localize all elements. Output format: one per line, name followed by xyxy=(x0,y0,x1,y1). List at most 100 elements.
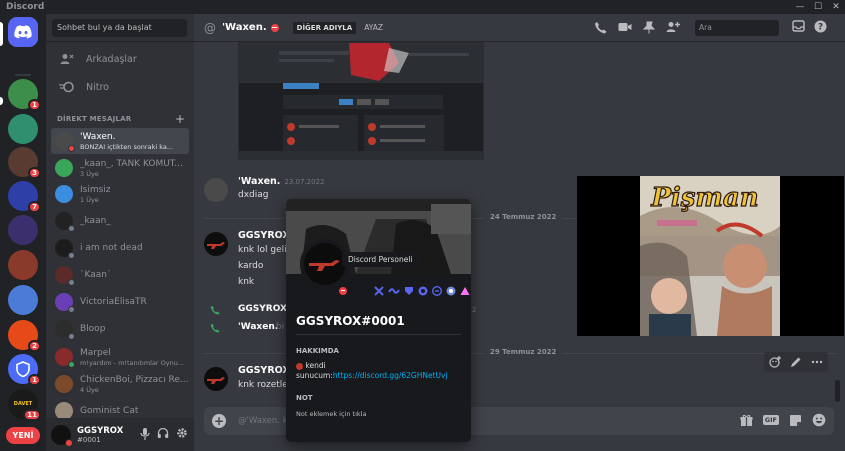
attached-screenshot-image[interactable] xyxy=(238,42,484,160)
message-author[interactable]: GGSYROX xyxy=(238,365,290,376)
developer-badge-icon[interactable] xyxy=(432,286,442,296)
author-avatar[interactable] xyxy=(204,178,228,202)
app-title: Discord xyxy=(6,2,45,12)
invite-link[interactable]: https://discord.gg/62GHNetUvj xyxy=(333,371,448,380)
message-actions xyxy=(764,352,828,372)
message-author[interactable]: GGSYROX xyxy=(238,230,290,241)
message-text: knk xyxy=(238,277,255,287)
headphones-icon[interactable] xyxy=(157,427,169,439)
avatar xyxy=(55,266,75,286)
group-avatar xyxy=(55,375,73,393)
nitro-badge-icon[interactable] xyxy=(460,286,470,296)
hypesquad-badge-icon[interactable] xyxy=(404,286,414,296)
server-icon[interactable]: 1 xyxy=(8,79,41,111)
scrollbar-thumb[interactable] xyxy=(835,380,840,402)
selected-indicator xyxy=(0,22,3,46)
message-input[interactable]: @'Waxen. k xyxy=(238,416,288,426)
user-info[interactable]: GGSYROX #0001 xyxy=(77,426,123,444)
composer-actions: GIF xyxy=(740,413,826,427)
friends-nav-item[interactable]: Arkadaşlar xyxy=(52,47,188,71)
server-icon[interactable] xyxy=(8,114,38,144)
new-unreads-pill[interactable]: YENİ xyxy=(6,427,40,444)
dm-item[interactable]: `Kaan` xyxy=(51,262,189,288)
call-author[interactable]: 'Waxen. xyxy=(238,322,278,332)
dm-item[interactable]: _kaan_, TANK KOMUT... 3 Üye xyxy=(51,155,189,181)
dm-item[interactable]: ChickenBoi, Pizzacı Re... 4 Üye xyxy=(51,371,189,397)
edit-pencil-icon[interactable] xyxy=(790,356,802,368)
server-icon[interactable]: 7 xyxy=(8,181,41,213)
emoji-icon[interactable] xyxy=(812,413,826,427)
help-icon[interactable]: ? xyxy=(814,20,827,33)
minimize-icon[interactable]: — xyxy=(791,0,809,14)
image-preview[interactable]: Pişman xyxy=(577,176,844,336)
server-icon[interactable]: 1 xyxy=(8,354,41,386)
create-dm-icon[interactable]: + xyxy=(175,113,185,125)
sticker-icon[interactable] xyxy=(789,414,802,427)
profile-username: GGSYROX#0001 xyxy=(296,314,405,328)
message-author[interactable]: 'Waxen. xyxy=(238,176,280,187)
nitro-label: Nitro xyxy=(86,81,109,93)
badge-emoji-icon xyxy=(296,362,303,370)
shield-icon xyxy=(16,361,30,377)
dm-subtext: m!yardım - m!tanıtımlar Oynu... xyxy=(80,358,185,367)
aka-name: AYAZ xyxy=(364,23,384,32)
call-author[interactable]: GGSYROX xyxy=(238,304,287,314)
server-icon[interactable]: DAVET 11 xyxy=(8,389,41,421)
partner-badge-icon[interactable] xyxy=(388,286,400,296)
more-options-icon[interactable] xyxy=(811,356,823,368)
dm-name: Marpel xyxy=(80,347,111,358)
bug-hunter-badge-icon[interactable] xyxy=(418,286,428,296)
header-actions xyxy=(594,21,680,34)
staff-badge-icon[interactable] xyxy=(374,286,384,296)
user-avatar[interactable] xyxy=(51,424,73,447)
microphone-icon[interactable] xyxy=(140,427,150,441)
status-online-icon xyxy=(68,361,75,368)
search-bar: Sohbet bul ya da başlat xyxy=(46,14,194,42)
dm-item[interactable]: _kaan_ xyxy=(51,208,189,234)
profile-badges xyxy=(374,286,470,296)
dm-name: 'Waxen. xyxy=(80,131,116,142)
gif-icon[interactable]: GIF xyxy=(762,415,779,425)
dm-item[interactable]: Marpel m!yardım - m!tanıtımlar Oynu... xyxy=(51,344,189,370)
pin-icon[interactable] xyxy=(643,21,655,34)
server-icon[interactable]: 3 xyxy=(8,147,41,179)
dm-item[interactable]: 'Waxen. BONZAI içtikten sonraki ka... xyxy=(51,128,189,154)
inbox-icon[interactable] xyxy=(792,20,805,32)
author-avatar[interactable] xyxy=(204,367,228,391)
note-input[interactable]: Not eklemek için tıkla xyxy=(296,410,366,418)
add-friend-icon[interactable] xyxy=(666,21,680,33)
message-timestamp: 23.07.2022 xyxy=(284,178,325,186)
upload-plus-icon[interactable]: + xyxy=(212,414,226,428)
find-conversation-input[interactable]: Sohbet bul ya da başlat xyxy=(52,19,187,37)
voice-call-icon[interactable] xyxy=(594,21,607,34)
maximize-icon[interactable]: ☐ xyxy=(809,0,827,14)
mention-badge: 1 xyxy=(28,99,41,111)
user-profile-popout: Discord Personeli GGSYROX#0001 HAKKIMDA … xyxy=(286,199,471,442)
author-avatar[interactable] xyxy=(204,232,228,256)
home-button[interactable] xyxy=(8,17,38,47)
dm-item[interactable]: Bloop xyxy=(51,316,189,342)
dm-name: İsimsiz xyxy=(80,184,111,195)
note-header: NOT xyxy=(296,394,313,402)
server-icon[interactable] xyxy=(8,250,38,280)
mention-badge: 7 xyxy=(28,201,41,213)
gift-icon[interactable] xyxy=(740,414,753,427)
early-supporter-badge-icon[interactable] xyxy=(446,286,456,296)
dm-item[interactable]: VictoriaElisaTR xyxy=(51,289,189,315)
search-input[interactable]: Ara xyxy=(695,20,779,36)
server-icon[interactable] xyxy=(8,215,38,245)
close-icon[interactable]: ✕ xyxy=(827,0,845,14)
dm-item[interactable]: i am not dead xyxy=(51,235,189,261)
add-reaction-icon[interactable] xyxy=(769,356,781,368)
dm-item[interactable]: İsimsiz 1 Üye xyxy=(51,181,189,207)
chat-title[interactable]: 'Waxen. xyxy=(222,22,267,33)
settings-gear-icon[interactable] xyxy=(176,427,188,439)
server-logo-icon: DAVET xyxy=(13,401,33,407)
nitro-nav-item[interactable]: Nitro xyxy=(52,75,188,99)
server-icon[interactable] xyxy=(8,285,38,315)
video-call-icon[interactable] xyxy=(618,21,632,33)
dm-name: `Kaan` xyxy=(80,270,112,280)
mention-badge: 2 xyxy=(28,340,41,352)
status-offline-icon xyxy=(68,306,75,313)
server-icon[interactable]: 2 xyxy=(8,320,41,352)
